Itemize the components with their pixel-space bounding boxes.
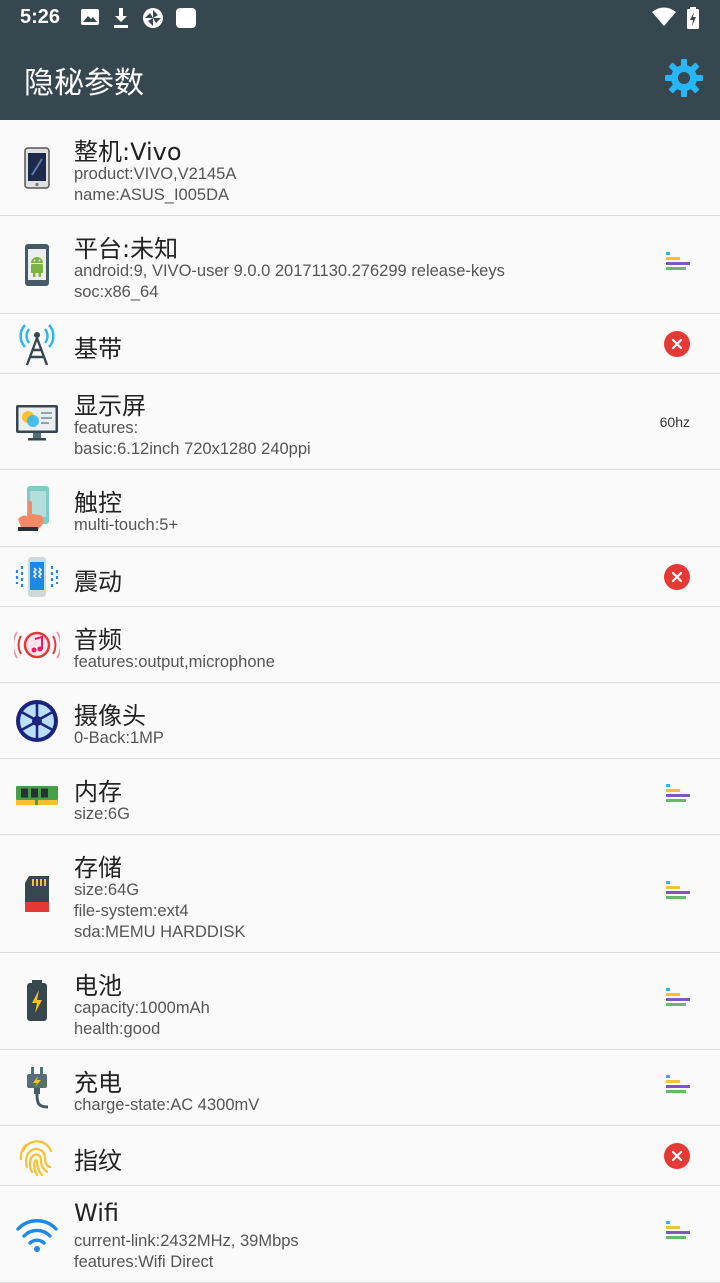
audio-icon	[14, 631, 60, 658]
detail-button[interactable]	[666, 1073, 690, 1103]
item-title: 充电	[74, 1069, 122, 1097]
item-detail-line: multi-touch:5+	[74, 516, 179, 534]
sd-card-icon	[25, 875, 49, 912]
item-detail-line: android:9, VIVO-user 9.0.0 20171130.2762…	[74, 262, 505, 280]
item-detail-line: sda:MEMU HARDDISK	[74, 923, 246, 941]
page-title: 隐秘参数	[24, 66, 144, 101]
item-title: 基带	[74, 335, 122, 363]
app-bar: 隐秘参数	[0, 36, 720, 120]
antenna-tower-icon	[19, 323, 55, 365]
detail-button[interactable]	[666, 250, 690, 280]
item-detail-line: size:6G	[74, 805, 130, 823]
download-icon	[114, 8, 128, 28]
item-title: 震动	[74, 568, 122, 596]
battery-charging-icon	[687, 7, 699, 29]
item-detail-line: features:	[74, 419, 139, 437]
image-icon	[81, 9, 99, 25]
list-item[interactable]: 显示屏 features: basic:6.12inch 720x1280 240p…	[0, 374, 720, 470]
detail-chart-icon[interactable]	[666, 879, 690, 905]
list-item[interactable]: 触控 multi-touch:5+	[0, 470, 720, 547]
list-item[interactable]: 指纹	[0, 1126, 720, 1186]
list-item[interactable]: 内存 size:6G	[0, 759, 720, 835]
aperture-icon	[143, 8, 163, 28]
unsupported-indicator	[664, 330, 690, 357]
item-detail-line: product:VIVO,V2145A	[74, 165, 237, 183]
item-detail-line: size:64G	[74, 881, 140, 899]
list-item[interactable]: Wifi current-link:2432MHz, 39Mbps features…	[0, 1186, 720, 1283]
list-item[interactable]: 平台:未知 android:9, VIVO-user 9.0.0 20171130…	[0, 216, 720, 314]
spec-list: 整机:Vivo product:VIVO,V2145A name:ASUS_I005…	[0, 120, 720, 1283]
item-title: 整机:Vivo	[74, 138, 182, 166]
touch-hand-icon	[18, 486, 49, 531]
item-title: Wifi	[74, 1199, 119, 1227]
item-detail-line: current-link:2432MHz, 39Mbps	[74, 1232, 299, 1250]
item-detail-line: soc:x86_64	[74, 283, 159, 301]
detail-chart-icon[interactable]	[666, 250, 690, 276]
unsupported-indicator	[664, 563, 690, 590]
status-bar: 5:26	[0, 0, 720, 36]
detail-chart-icon[interactable]	[666, 986, 690, 1012]
item-title: 音频	[74, 626, 122, 654]
unsupported-indicator	[664, 1142, 690, 1169]
item-title: 显示屏	[74, 392, 146, 420]
list-item[interactable]: 存储 size:64G file-system:ext4 sda:MEMU HARDD…	[0, 835, 720, 953]
fingerprint-icon	[19, 1139, 53, 1176]
error-icon	[664, 330, 690, 357]
wifi-status-icon	[652, 7, 676, 26]
item-title: 指纹	[74, 1147, 122, 1175]
android-icon	[25, 243, 49, 286]
square-icon	[176, 8, 196, 28]
refresh-rate-label: 60hz	[659, 413, 690, 430]
detail-button[interactable]	[666, 879, 690, 909]
item-detail-line: features:output,microphone	[74, 653, 275, 671]
phone-icon	[24, 146, 50, 189]
item-detail-line: file-system:ext4	[74, 902, 189, 920]
item-detail-line: basic:6.12inch 720x1280 240ppi	[74, 440, 311, 458]
item-detail-line: charge-state:AC 4300mV	[74, 1096, 260, 1114]
gear-icon[interactable]	[664, 58, 704, 98]
list-item[interactable]: 音频 features:output,microphone	[0, 607, 720, 683]
error-icon	[664, 563, 690, 590]
detail-chart-icon[interactable]	[666, 1073, 690, 1099]
item-detail-line: name:ASUS_I005DA	[74, 186, 230, 204]
detail-button[interactable]	[666, 986, 690, 1016]
item-title: 内存	[74, 778, 122, 806]
item-title: 触控	[74, 489, 122, 517]
plug-icon	[27, 1066, 49, 1108]
list-item[interactable]: 基带	[0, 314, 720, 374]
vibration-icon	[15, 556, 59, 597]
list-item[interactable]: 电池 capacity:1000mAh health:good	[0, 953, 720, 1050]
list-item[interactable]: 摄像头 0-Back:1MP	[0, 683, 720, 759]
item-title: 存储	[74, 854, 122, 882]
list-item[interactable]: 整机:Vivo product:VIVO,V2145A name:ASUS_I005…	[0, 120, 720, 216]
list-item[interactable]: 震动	[0, 547, 720, 607]
detail-button[interactable]	[666, 782, 690, 812]
wifi-icon	[16, 1219, 58, 1252]
item-detail-line: health:good	[74, 1020, 161, 1038]
item-title: 电池	[74, 972, 122, 1000]
status-time: 5:26	[20, 6, 61, 28]
item-title: 摄像头	[74, 702, 146, 730]
memory-stick-icon	[16, 785, 58, 805]
list-item[interactable]: 充电 charge-state:AC 4300mV	[0, 1050, 720, 1126]
battery-icon	[27, 980, 47, 1021]
detail-chart-icon[interactable]	[666, 782, 690, 808]
item-detail-line: features:Wifi Direct	[74, 1253, 214, 1271]
detail-chart-icon[interactable]	[666, 1219, 690, 1245]
monitor-icon	[16, 404, 58, 440]
error-icon	[664, 1142, 690, 1169]
item-title: 平台:未知	[74, 235, 179, 263]
item-detail-line: capacity:1000mAh	[74, 999, 210, 1017]
item-detail-line: 0-Back:1MP	[74, 729, 164, 747]
camera-aperture-icon	[16, 699, 58, 742]
detail-button[interactable]	[666, 1219, 690, 1249]
